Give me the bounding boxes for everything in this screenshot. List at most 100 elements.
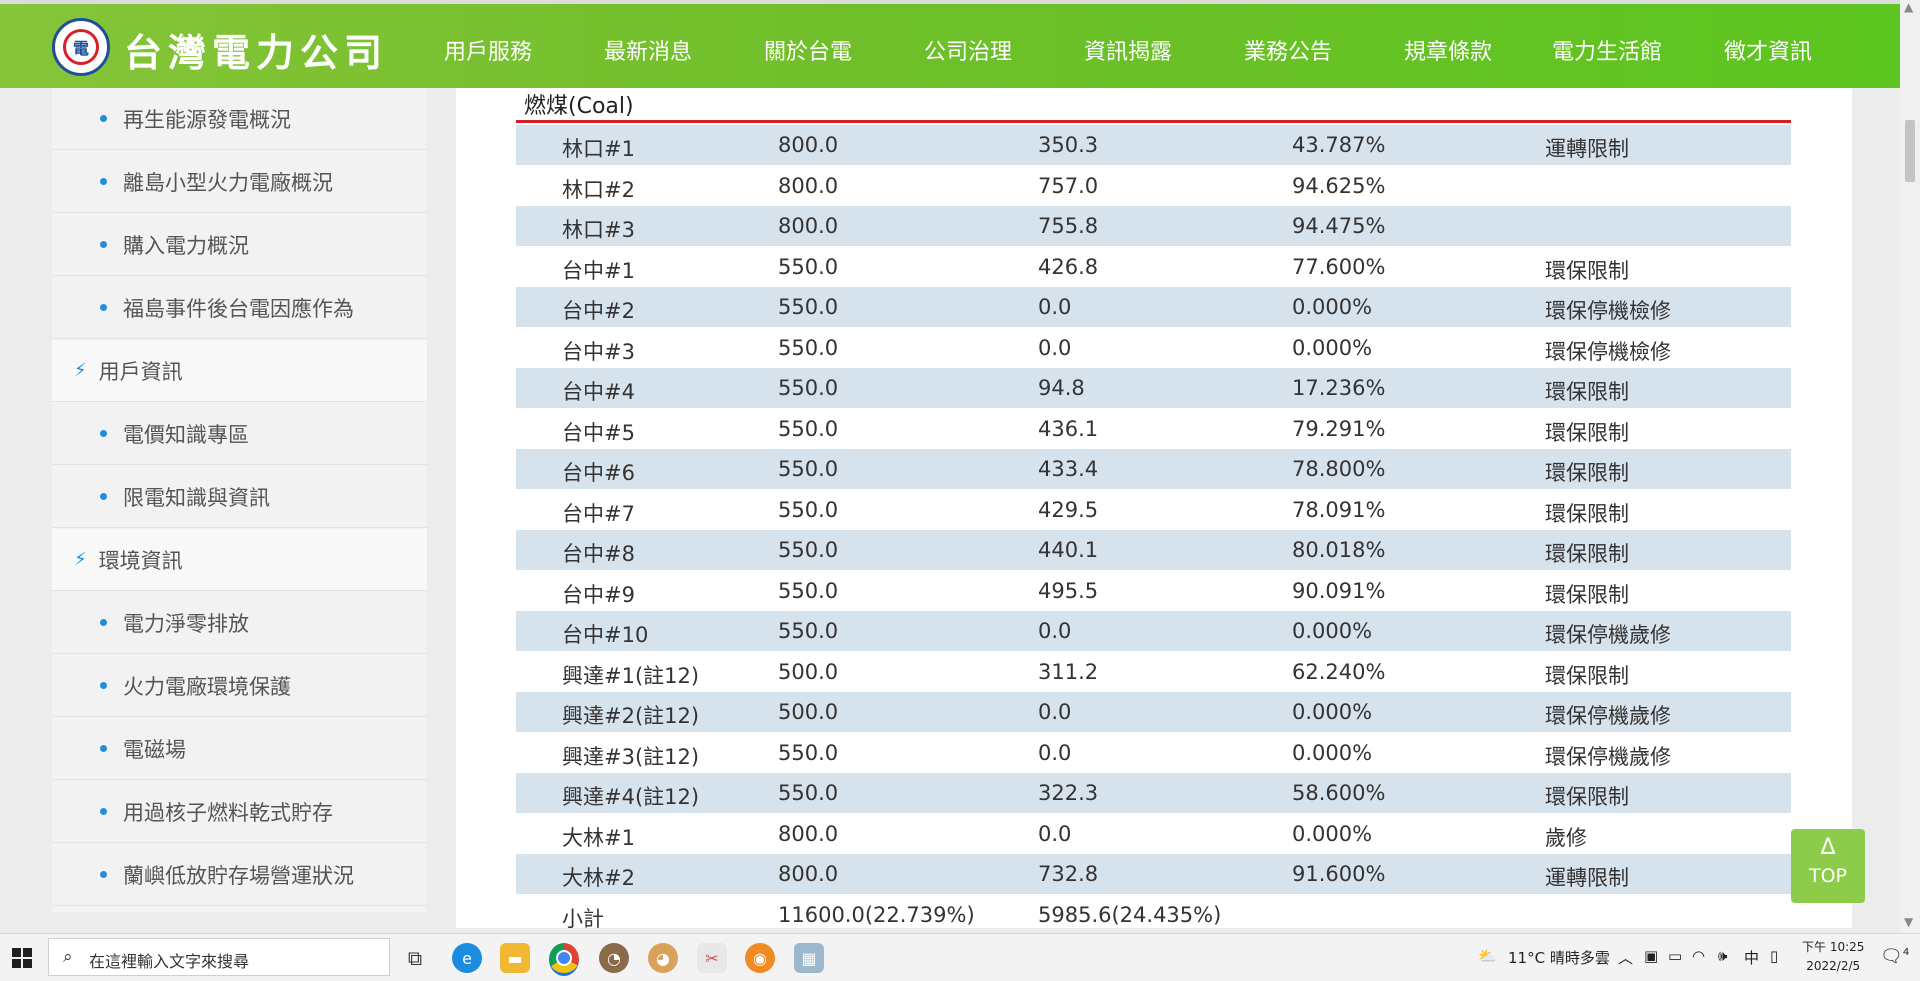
page-scrollbar[interactable]: ▲ ▼ xyxy=(1900,0,1920,933)
app-icon-animal[interactable]: ◕ xyxy=(648,943,678,973)
table-cell-col2: 440.1 xyxy=(1038,538,1099,562)
ime-indicator[interactable]: 中 xyxy=(1744,947,1759,968)
table-cell-col4: 環保停機歲修 xyxy=(1545,623,1671,647)
sidebar-item-7[interactable]: ⚡ 環境資訊 xyxy=(52,529,427,591)
table-row: 台中#5 550.0 436.1 79.291% 環保限制 xyxy=(516,409,1791,449)
table-cell-col4: 環保限制 xyxy=(1545,461,1629,485)
nav-item-1[interactable]: 最新消息 xyxy=(604,34,692,66)
table-cell-col0: 台中#7 xyxy=(562,501,635,526)
bullet-icon xyxy=(100,682,107,689)
table-cell-col2: 94.8 xyxy=(1038,376,1085,400)
table-cell-col2: 350.3 xyxy=(1038,133,1099,157)
table-cell-col2: 311.2 xyxy=(1038,659,1099,684)
sidebar-item-8[interactable]: 電力淨零排放 xyxy=(52,592,427,654)
table-cell-col4: 環保限制 xyxy=(1545,380,1629,404)
nav-item-6[interactable]: 規章條款 xyxy=(1404,34,1492,66)
sidebar-item-label: 火力電廠環境保護 xyxy=(123,674,291,699)
bullet-icon xyxy=(100,178,107,185)
file-explorer-icon[interactable]: ▬ xyxy=(500,943,530,973)
battery-icon[interactable]: ▭ xyxy=(1668,947,1682,965)
table-cell-col4: 環保限制 xyxy=(1545,582,1629,607)
nav-item-7[interactable]: 電力生活館 xyxy=(1552,34,1662,66)
task-view-icon[interactable]: ⧉ xyxy=(400,943,430,973)
nav-item-2[interactable]: 關於台電 xyxy=(764,34,852,66)
scroll-thumb[interactable] xyxy=(1905,120,1915,182)
input-mode-icon[interactable]: ▯ xyxy=(1770,947,1778,965)
lightning-icon: ⚡ xyxy=(74,360,87,381)
taipower-logo-icon[interactable]: 電 xyxy=(52,18,110,76)
edge-browser-icon[interactable]: e xyxy=(452,943,482,973)
bullet-icon xyxy=(100,115,107,122)
tray-expand-chevron-icon[interactable]: ︿ xyxy=(1618,947,1633,968)
table-cell-col1: 800.0 xyxy=(778,862,839,886)
weather-icon[interactable]: ⛅ xyxy=(1478,947,1497,965)
clock-time: 下午 10:25 xyxy=(1802,940,1865,954)
table-cell-col2: 5985.6(24.435%) xyxy=(1038,902,1222,927)
windows-start-icon[interactable] xyxy=(12,948,32,968)
blender-icon[interactable]: ◉ xyxy=(745,943,775,973)
table-row: 台中#8 550.0 440.1 80.018% 環保限制 xyxy=(516,530,1791,570)
nav-item-5[interactable]: 業務公告 xyxy=(1244,34,1332,66)
table-cell-col1: 550.0 xyxy=(778,619,839,643)
app-icon-files[interactable]: ▦ xyxy=(794,943,824,973)
table-cell-col1: 800.0 xyxy=(778,173,839,198)
table-cell-col3: 0.000% xyxy=(1292,335,1373,360)
sidebar: 再生能源發電概況 離島小型火力電廠概況 購入電力概況 福島事件後台電因應作為 ⚡ 用戶資訊… xyxy=(52,88,427,912)
sidebar-item-10[interactable]: 電磁場 xyxy=(52,718,427,780)
table-cell-col2: 0.0 xyxy=(1038,335,1072,360)
site-header: 電 台灣電力公司 用戶服務 最新消息 關於台電 公司治理 資訊揭露 業務公告 規章條款 電力生… xyxy=(0,0,1900,88)
sidebar-item-4[interactable]: ⚡ 用戶資訊 xyxy=(52,340,427,402)
sidebar-item-2[interactable]: 購入電力概況 xyxy=(52,214,427,276)
table-cell-col3: 94.625% xyxy=(1292,173,1386,198)
volume-icon[interactable]: 🕪 xyxy=(1718,947,1727,965)
table-cell-col4: 環保限制 xyxy=(1545,785,1629,809)
table-cell-col1: 550.0 xyxy=(778,538,839,562)
table-cell-col3: 62.240% xyxy=(1292,659,1386,684)
scroll-up-arrow-icon[interactable]: ▲ xyxy=(1904,0,1913,14)
nav-item-0[interactable]: 用戶服務 xyxy=(444,34,532,66)
table-cell-col4: 運轉限制 xyxy=(1545,137,1629,161)
table-cell-col0: 林口#2 xyxy=(562,177,635,202)
notification-center-icon[interactable]: 🗨4 xyxy=(1880,946,1909,967)
table-cell-col0: 大林#1 xyxy=(562,825,635,850)
table-cell-col0: 小計 xyxy=(562,906,604,931)
sidebar-item-3[interactable]: 福島事件後台電因應作為 xyxy=(52,277,427,339)
sidebar-item-12[interactable]: 蘭嶼低放貯存場營運狀況 xyxy=(52,844,427,906)
site-logo-text[interactable]: 台灣電力公司 xyxy=(124,22,388,77)
table-cell-col2: 322.3 xyxy=(1038,781,1099,805)
sidebar-item-1[interactable]: 離島小型火力電廠概況 xyxy=(52,151,427,213)
sidebar-item-13[interactable]: 環境監測 xyxy=(52,907,427,912)
chrome-browser-icon[interactable] xyxy=(549,943,579,976)
wifi-icon[interactable]: ◠ xyxy=(1692,947,1705,965)
taskbar-search-input[interactable]: ⌕ 在這裡輸入文字來搜尋 xyxy=(48,938,390,976)
table-cell-col0: 台中#6 xyxy=(562,461,635,485)
nav-item-8[interactable]: 徵才資訊 xyxy=(1724,34,1812,66)
weather-text[interactable]: 11°C 晴時多雲 xyxy=(1508,947,1610,968)
main-content: 燃煤(Coal) 林口#1 800.0 350.3 43.787% 運轉限制 林口#2 80… xyxy=(456,88,1852,936)
table-cell-col2: 0.0 xyxy=(1038,821,1072,846)
table-cell-col1: 550.0 xyxy=(778,295,839,319)
sidebar-item-0[interactable]: 再生能源發電概況 xyxy=(52,88,427,150)
table-cell-col0: 大林#2 xyxy=(562,866,635,890)
app-icon-snip[interactable]: ✂ xyxy=(697,943,727,973)
app-icon-compass[interactable]: ◔ xyxy=(599,943,629,973)
table-cell-col4: 環保限制 xyxy=(1545,420,1629,445)
sidebar-item-5[interactable]: 電價知識專區 xyxy=(52,403,427,465)
system-clock[interactable]: 下午 10:25 2022/2/5 xyxy=(1802,938,1864,976)
tray-app-icon[interactable]: ▣ xyxy=(1644,947,1658,965)
sidebar-item-label: 電力淨零排放 xyxy=(123,611,249,636)
back-to-top-button[interactable]: Δ TOP xyxy=(1791,829,1865,903)
nav-item-4[interactable]: 資訊揭露 xyxy=(1084,34,1172,66)
table-cell-col0: 林口#1 xyxy=(562,137,635,161)
sidebar-item-9[interactable]: 火力電廠環境保護 xyxy=(52,655,427,717)
nav-item-3[interactable]: 公司治理 xyxy=(924,34,1012,66)
table-cell-col1: 11600.0(22.739%) xyxy=(778,902,975,927)
table-cell-col3: 91.600% xyxy=(1292,862,1386,886)
sidebar-item-11[interactable]: 用過核子燃料乾式貯存 xyxy=(52,781,427,843)
sidebar-item-6[interactable]: 限電知識與資訊 xyxy=(52,466,427,528)
table-cell-col0: 台中#4 xyxy=(562,380,635,404)
scroll-down-arrow-icon[interactable]: ▼ xyxy=(1904,915,1913,929)
table-cell-col1: 550.0 xyxy=(778,457,839,481)
sidebar-item-label: 用過核子燃料乾式貯存 xyxy=(123,800,333,825)
table-cell-col3: 0.000% xyxy=(1292,740,1373,765)
